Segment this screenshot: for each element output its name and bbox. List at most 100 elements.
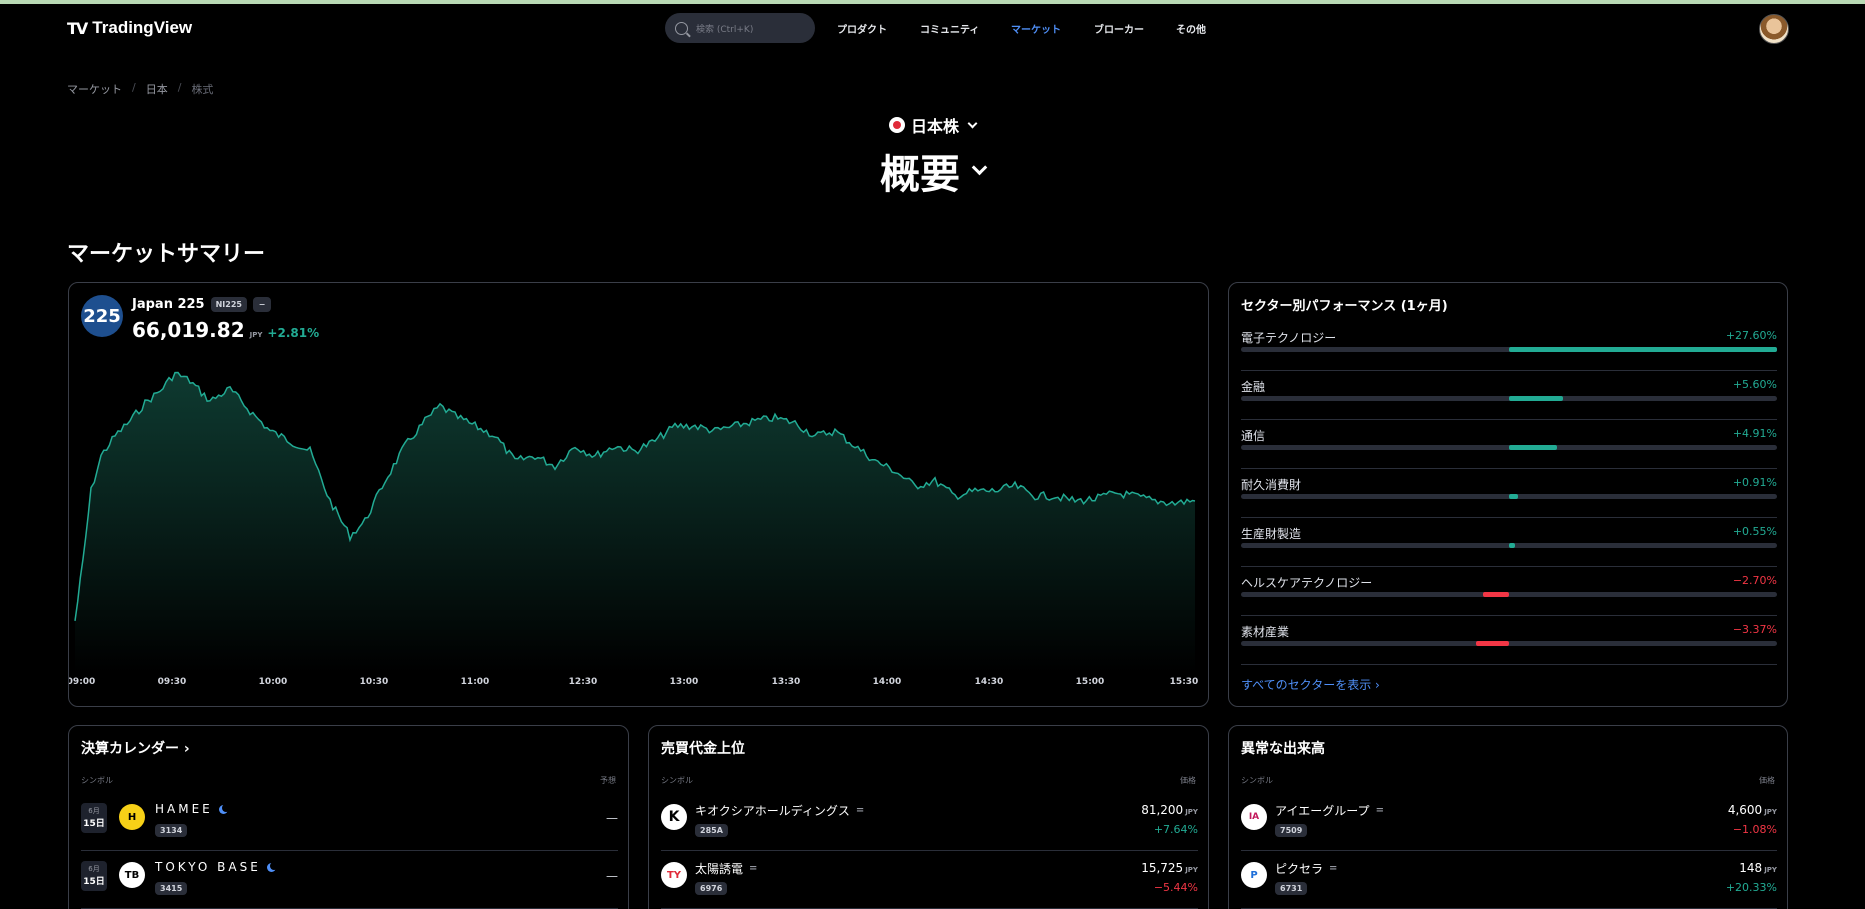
- sector-change: −2.70%: [1732, 574, 1777, 587]
- after-close-icon: [266, 861, 278, 872]
- column-header-price: 価格: [1759, 776, 1775, 785]
- sector-change: +4.91%: [1732, 427, 1777, 440]
- earnings-row[interactable]: 6月 15日 TB TOKYO BASE 3415 —: [81, 851, 618, 909]
- earnings-calendar-title[interactable]: 決算カレンダー ›: [81, 738, 190, 758]
- symbol-name-text[interactable]: ピクセラ: [1275, 860, 1323, 877]
- index-currency: JPY: [249, 331, 263, 339]
- sector-name: 通信: [1241, 429, 1266, 443]
- tradingview-logo[interactable]: TV TradingView: [67, 18, 192, 38]
- sector-panel-title: セクター別パフォーマンス (1ヶ月): [1241, 299, 1448, 314]
- market-summary-panel[interactable]: 225 Japan 225 NI225 − 66,019.82 JPY +2.8…: [68, 282, 1209, 707]
- nav-more[interactable]: その他: [1176, 21, 1206, 36]
- sector-bar-track: [1241, 347, 1777, 352]
- sector-change: +27.60%: [1725, 329, 1777, 342]
- sector-bar-fill: [1509, 347, 1777, 352]
- page-title-selector[interactable]: 概要: [880, 142, 988, 200]
- symbol-code: 6731: [1275, 882, 1308, 895]
- symbol-name-text[interactable]: TOKYO BASE: [155, 860, 261, 874]
- nav-products[interactable]: プロダクト: [837, 21, 887, 36]
- page-title-row: 概要: [0, 142, 1865, 200]
- chevron-down-icon: [967, 118, 978, 128]
- sector-name: 金融: [1241, 380, 1266, 394]
- symbol-name: 太陽誘電 =: [695, 860, 757, 877]
- sector-row[interactable]: 耐久消費財 +0.91%: [1241, 470, 1777, 518]
- estimate-value: —: [606, 811, 618, 825]
- date-badge: 6月 15日: [81, 861, 107, 891]
- sector-row[interactable]: 金融 +5.60%: [1241, 372, 1777, 420]
- sector-row[interactable]: 生産財製造 +0.55%: [1241, 519, 1777, 567]
- sector-row[interactable]: ヘルスケアテクノロジー −2.70%: [1241, 568, 1777, 616]
- change-value: −1.08%: [1732, 823, 1777, 836]
- index-price: 66,019.82: [132, 318, 245, 342]
- symbol-name-text[interactable]: HAMEE: [155, 802, 213, 816]
- tradingview-logo-icon: TV: [67, 18, 88, 38]
- price-number: 81,200: [1141, 803, 1184, 817]
- sector-row[interactable]: 電子テクノロジー +27.60%: [1241, 323, 1777, 371]
- symbol-name: アイエーグループ =: [1275, 802, 1384, 819]
- neutral-rating-icon: =: [1375, 805, 1384, 816]
- sector-bar-fill: [1509, 543, 1515, 548]
- time-tick-label: 09:00: [68, 677, 96, 687]
- top-trading-value-panel: 売買代金上位 シンボル 価格 K キオクシアホールディングス = 285A 81…: [648, 725, 1209, 909]
- time-tick-label: 15:30: [1169, 677, 1199, 687]
- time-tick-label: 13:00: [669, 677, 699, 687]
- sector-row[interactable]: 通信 +4.91%: [1241, 421, 1777, 469]
- time-tick-label: 09:30: [157, 677, 187, 687]
- price-number: 148: [1739, 861, 1763, 875]
- neutral-rating-icon: =: [749, 863, 758, 874]
- after-close-icon: [218, 803, 230, 814]
- neutral-rating-icon: =: [1329, 863, 1338, 874]
- index-header: Japan 225 NI225 −: [132, 297, 271, 312]
- date-day: 15日: [83, 877, 105, 887]
- sector-name: 生産財製造: [1241, 527, 1302, 541]
- time-tick-label: 10:30: [359, 677, 389, 687]
- chevron-down-icon: [971, 159, 988, 175]
- earnings-calendar-panel: 決算カレンダー › シンボル 予想 6月 15日 H HAMEE 3134 — …: [68, 725, 629, 909]
- symbol-code: 285A: [695, 824, 728, 837]
- symbol-name: HAMEE: [155, 802, 230, 816]
- stock-row[interactable]: P ピクセラ = 6731 148 JPY +20.33%: [1241, 851, 1777, 909]
- search-placeholder: 検索 (Ctrl+K): [696, 24, 754, 35]
- site-header: TV TradingView 検索 (Ctrl+K) プロダクト コミュニティ …: [0, 4, 1865, 52]
- sector-bar-fill: [1509, 494, 1518, 499]
- sector-bar-fill: [1509, 445, 1557, 450]
- time-tick-label: 10:00: [258, 677, 288, 687]
- breadcrumb-separator: /: [177, 81, 182, 94]
- symbol-name: キオクシアホールディングス =: [695, 802, 864, 819]
- show-all-sectors-link[interactable]: すべてのセクターを表示 ›: [1241, 676, 1380, 693]
- nav-markets[interactable]: マーケット: [1011, 21, 1061, 36]
- stock-row[interactable]: TY 太陽誘電 = 6976 15,725 JPY −5.44%: [661, 851, 1198, 909]
- market-status-badge: −: [252, 297, 271, 312]
- nav-brokers[interactable]: ブローカー: [1094, 21, 1144, 36]
- search-input[interactable]: 検索 (Ctrl+K): [665, 13, 815, 43]
- user-avatar[interactable]: [1759, 14, 1789, 44]
- index-ticker-badge: NI225: [210, 297, 247, 312]
- sector-bar-track: [1241, 543, 1777, 548]
- breadcrumb-japan[interactable]: 日本: [146, 81, 168, 97]
- time-tick-label: 14:30: [974, 677, 1004, 687]
- symbol-code: 6976: [695, 882, 728, 895]
- market-selector[interactable]: 日本株: [888, 113, 978, 137]
- symbol-name-text[interactable]: 太陽誘電: [695, 860, 743, 877]
- symbol-name-text[interactable]: アイエーグループ: [1275, 802, 1370, 819]
- breadcrumb: マーケット / 日本 / 株式: [67, 81, 213, 97]
- date-month: 6月: [88, 865, 100, 873]
- index-name[interactable]: Japan 225: [132, 297, 205, 312]
- chart-time-axis: 09:00 09:30 10:00 10:30 11:00 12:30 13:00 13:30…: [68, 677, 1208, 691]
- breadcrumb-markets[interactable]: マーケット: [67, 81, 122, 97]
- sector-row[interactable]: 素材産業 −3.37%: [1241, 617, 1777, 665]
- breadcrumb-separator: /: [132, 81, 136, 94]
- column-header-symbol: シンボル: [81, 776, 113, 785]
- top-trading-value-title: 売買代金上位: [661, 741, 745, 757]
- price-currency: JPY: [1764, 808, 1777, 816]
- stock-row[interactable]: K キオクシアホールディングス = 285A 81,200 JPY +7.64%: [661, 793, 1198, 851]
- earnings-row[interactable]: 6月 15日 H HAMEE 3134 —: [81, 793, 618, 851]
- nav-community[interactable]: コミュニティ: [920, 21, 979, 36]
- time-tick-label: 15:00: [1075, 677, 1105, 687]
- symbol-name-text[interactable]: キオクシアホールディングス: [695, 802, 850, 819]
- stock-row[interactable]: IA アイエーグループ = 7509 4,600 JPY −1.08%: [1241, 793, 1777, 851]
- intraday-area-chart[interactable]: [69, 343, 1209, 673]
- sector-name: 耐久消費財: [1241, 478, 1302, 492]
- sector-bar-fill: [1482, 592, 1509, 597]
- page-title: 概要: [880, 152, 960, 198]
